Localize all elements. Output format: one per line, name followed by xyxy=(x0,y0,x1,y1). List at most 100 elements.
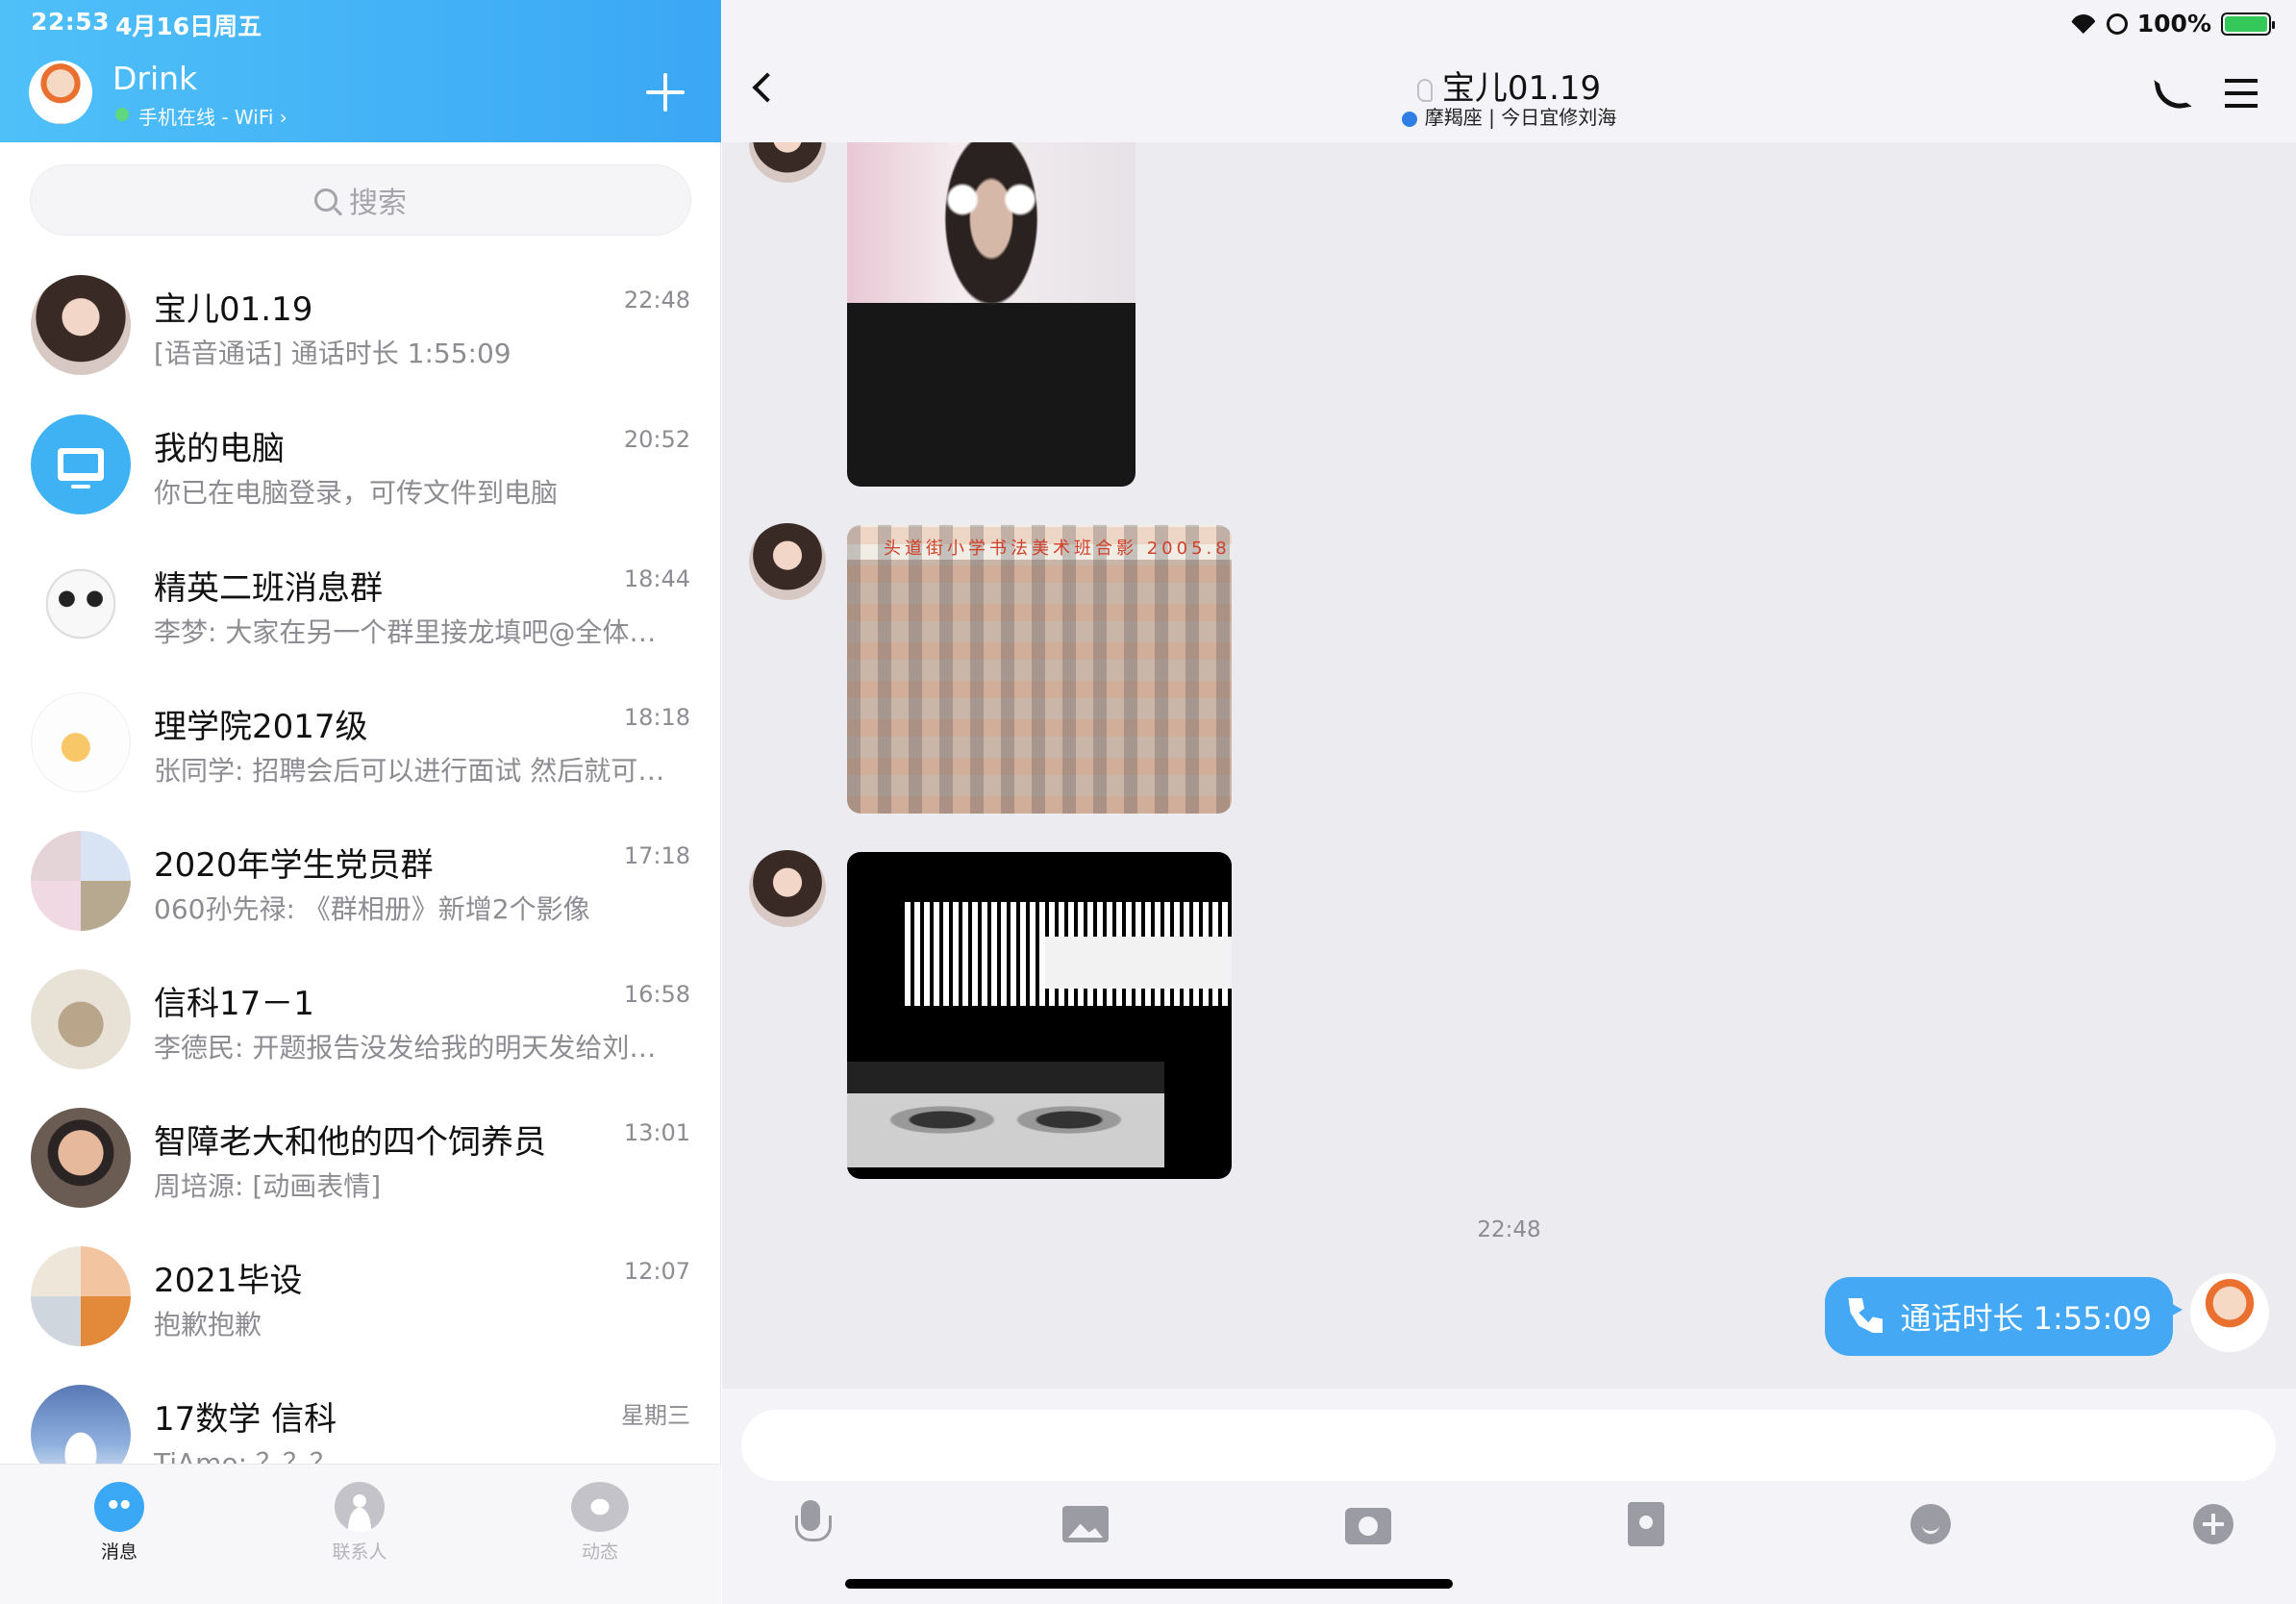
conversation-avatar xyxy=(31,692,131,792)
emoji-icon[interactable] xyxy=(1910,1504,1951,1544)
ear-icon xyxy=(1416,78,1433,102)
conversation-title: 2020年学生党员群 xyxy=(154,846,434,885)
conversation-item[interactable]: 理学院2017级 18:18 张同学: 招聘会后可以进行面试 然后就可以签约 xyxy=(0,679,721,817)
tab-feed[interactable]: 动态 xyxy=(542,1482,658,1564)
conversation-time: 13:01 xyxy=(623,1119,690,1146)
chat-header: 100% 宝儿01.19 摩羯座 | 今日宜修刘海 xyxy=(722,0,2296,142)
conversation-preview: TiAmo: ？？？ xyxy=(154,1447,337,1464)
contact-icon xyxy=(335,1482,385,1532)
image-icon[interactable] xyxy=(1062,1506,1109,1542)
photo-message[interactable]: 头道街小学书法美术班合影 2005.8.1 xyxy=(847,525,1232,814)
conversation-preview: [语音通话] 通话时长 1:55:09 xyxy=(154,338,512,369)
conversation-item[interactable]: 2020年学生党员群 17:18 060孙先禄: 《群相册》新增2个影像 xyxy=(0,817,721,956)
my-avatar[interactable] xyxy=(2190,1273,2269,1352)
conversation-title: 智障老大和他的四个饲养员 xyxy=(154,1123,546,1162)
message-input[interactable] xyxy=(741,1410,2276,1481)
conversation-preview: 张同学: 招聘会后可以进行面试 然后就可以签约 xyxy=(154,755,673,787)
tab-messages[interactable]: 消息 xyxy=(62,1482,177,1564)
search-placeholder: 搜索 xyxy=(349,187,407,220)
conversation-item[interactable]: 精英二班消息群 18:44 李梦: 大家在另一个群里接龙填吧@全体成员 xyxy=(0,540,721,679)
conversation-title: 宝儿01.19 xyxy=(154,290,313,329)
chat-pane: 100% 宝儿01.19 摩羯座 | 今日宜修刘海 头道街小学书法美术班合影 2… xyxy=(722,0,2296,1604)
system-status: 100% xyxy=(2069,10,2275,38)
call-duration-bubble[interactable]: 通话时长 1:55:09 xyxy=(1825,1277,2183,1356)
input-area xyxy=(722,1389,2296,1604)
status-date: 4月16日周五 xyxy=(115,13,262,40)
conversation-item[interactable]: 17数学 信科 星期三 TiAmo: ？？？ xyxy=(0,1371,721,1464)
home-indicator xyxy=(845,1579,1453,1589)
photo-caption: 头道街小学书法美术班合影 2005.8.1 xyxy=(884,539,1232,559)
conversation-time: 22:48 xyxy=(623,287,690,313)
conversation-avatar xyxy=(31,969,131,1069)
phone-icon xyxy=(1848,1298,1884,1333)
conversation-avatar xyxy=(31,1385,131,1464)
wifi-icon xyxy=(2069,13,2097,34)
online-status[interactable]: 手机在线 - WiFi › xyxy=(138,102,287,130)
conversation-list: 宝儿01.19 22:48 [语音通话] 通话时长 1:55:09 我的电脑 2… xyxy=(0,262,721,1464)
conversation-preview: 李德民: 开题报告没发给我的明天发给刘老师 xyxy=(154,1032,673,1064)
conversation-time: 17:18 xyxy=(623,842,690,869)
planet-icon xyxy=(571,1482,629,1532)
conversation-time: 12:07 xyxy=(623,1258,690,1285)
conversation-time: 星期三 xyxy=(621,1402,690,1429)
conversation-time: 16:58 xyxy=(623,981,690,1008)
online-status-icon xyxy=(115,108,129,121)
menu-button[interactable] xyxy=(2225,79,2258,108)
conversation-preview: 抱歉抱歉 xyxy=(154,1309,262,1341)
message-thread: 头道街小学书法美术班合影 2005.8.1 22:48 通话时长 1:55:09 xyxy=(722,142,2296,1389)
conversation-item[interactable]: 信科17－1 16:58 李德民: 开题报告没发给我的明天发给刘老师 xyxy=(0,956,721,1094)
conversation-preview: 你已在电脑登录，可传文件到电脑 xyxy=(154,477,559,509)
conversation-time: 18:44 xyxy=(623,565,690,592)
sender-avatar[interactable] xyxy=(749,523,826,600)
photo-message[interactable] xyxy=(847,142,1136,487)
tab-label: 联系人 xyxy=(332,1541,387,1563)
add-button[interactable] xyxy=(646,73,685,112)
conversation-time: 18:18 xyxy=(623,704,690,731)
conversation-item[interactable]: 智障老大和他的四个饲养员 13:01 周培源: [动画表情] xyxy=(0,1094,721,1233)
microphone-icon[interactable] xyxy=(787,1500,834,1546)
conversation-preview: 周培源: [动画表情] xyxy=(154,1170,382,1202)
message-timestamp: 22:48 xyxy=(1477,1217,1541,1242)
battery-percent: 100% xyxy=(2136,10,2211,38)
conversation-avatar xyxy=(31,831,131,931)
rotation-lock-icon xyxy=(2106,13,2128,35)
battery-icon xyxy=(2221,12,2275,36)
conversation-title: 信科17－1 xyxy=(154,985,314,1023)
profile-avatar[interactable] xyxy=(29,61,92,124)
conversation-title: 我的电脑 xyxy=(154,430,285,468)
conversation-title: 2021毕设 xyxy=(154,1262,303,1300)
red-packet-icon[interactable] xyxy=(1628,1502,1664,1546)
conversation-title: 精英二班消息群 xyxy=(154,569,383,608)
conversation-avatar xyxy=(31,275,131,375)
conversation-pane: 22:53 4月16日周五 Drink 手机在线 - WiFi › 搜索 宝儿0… xyxy=(0,0,721,1604)
conversation-item[interactable]: 2021毕设 12:07 抱歉抱歉 xyxy=(0,1233,721,1371)
conversation-avatar xyxy=(31,1246,131,1346)
conversation-title: 理学院2017级 xyxy=(154,708,368,746)
camera-icon[interactable] xyxy=(1345,1508,1391,1544)
call-duration-text: 通话时长 1:55:09 xyxy=(1900,1300,2152,1337)
sender-avatar[interactable] xyxy=(749,850,826,927)
conversation-preview: 060孙先禄: 《群相册》新增2个影像 xyxy=(154,893,590,925)
conversation-time: 20:52 xyxy=(623,426,690,453)
conversation-title: 17数学 信科 xyxy=(154,1400,337,1439)
status-time: 22:53 xyxy=(31,8,111,36)
search-icon xyxy=(314,188,337,212)
tab-bar: 消息 联系人 动态 xyxy=(0,1464,721,1604)
conversation-item[interactable]: 我的电脑 20:52 你已在电脑登录，可传文件到电脑 xyxy=(0,401,721,539)
tab-label: 消息 xyxy=(100,1541,137,1563)
left-header: 22:53 4月16日周五 Drink 手机在线 - WiFi › xyxy=(0,0,721,142)
sender-avatar[interactable] xyxy=(749,142,826,183)
constellation-icon xyxy=(1401,111,1417,127)
conversation-preview: 李梦: 大家在另一个群里接龙填吧@全体成员 xyxy=(154,616,673,648)
tab-contacts[interactable]: 联系人 xyxy=(302,1482,417,1564)
monitor-icon xyxy=(31,414,131,514)
penguin-icon xyxy=(94,1482,144,1532)
conversation-avatar xyxy=(31,554,131,654)
plus-icon[interactable] xyxy=(2193,1504,2234,1544)
conversation-item[interactable]: 宝儿01.19 22:48 [语音通话] 通话时长 1:55:09 xyxy=(0,262,721,400)
tab-label: 动态 xyxy=(581,1541,618,1563)
profile-name[interactable]: Drink xyxy=(112,60,197,97)
photo-message[interactable] xyxy=(847,852,1232,1179)
search-bar[interactable]: 搜索 xyxy=(31,165,690,235)
chat-subtitle-row: 摩羯座 | 今日宜修刘海 xyxy=(722,102,2296,130)
